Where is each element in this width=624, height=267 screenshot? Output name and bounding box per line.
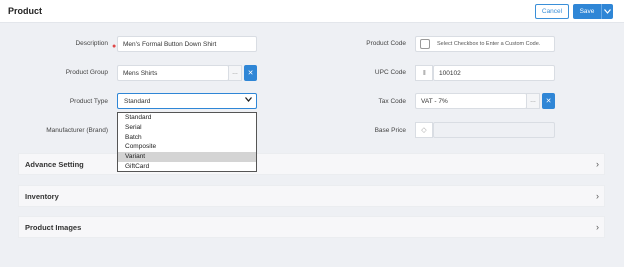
section-product-images[interactable]: Product Images › [18,216,605,238]
barcode-glyph: ||| [422,70,426,76]
chevron-down-icon [245,97,252,104]
product-type-option-variant[interactable]: Variant [118,152,256,162]
upc-code-field[interactable]: 100102 [433,65,555,81]
product-type-option-standard[interactable]: Standard [118,113,256,123]
save-dropdown-toggle[interactable] [602,9,613,14]
product-type-select[interactable]: Standard [117,93,257,109]
upc-code-label: UPC Code [374,69,406,76]
product-group-lookup-button[interactable]: … [228,65,242,81]
product-type-option-giftcard[interactable]: GiftCard [118,162,256,172]
product-code-label: Product Code [366,40,406,47]
section-label: Inventory [25,191,59,201]
tag-icon: ◇ [415,122,433,138]
required-marker: ● [112,43,117,50]
tax-code-clear-button[interactable]: ✕ [542,93,555,109]
product-group-label: Product Group [65,69,108,76]
ellipsis-icon: … [232,70,238,76]
page-title: Product [8,6,43,16]
product-type-dropdown: Standard Serial Batch Composite Variant … [117,112,257,172]
tax-code-lookup-button[interactable]: … [526,93,540,109]
section-label: Product Images [25,222,82,232]
product-group-field[interactable]: Mens Shirts [117,65,229,81]
cancel-button[interactable]: Cancel [535,4,569,19]
product-type-label: Product Type [69,98,108,105]
section-inventory[interactable]: Inventory › [18,185,605,207]
chevron-down-icon [604,9,611,14]
product-code-field: Select Checkbox to Enter a Custom Code. [415,36,555,52]
description-field[interactable]: Men's Formal Button Down Shirt [117,36,257,52]
chevron-right-icon: › [596,191,599,201]
save-button[interactable]: Save [573,4,613,19]
product-group-clear-button[interactable]: ✕ [244,65,257,81]
section-label: Advance Setting [25,159,84,169]
chevron-right-icon: › [596,222,599,232]
tag-glyph: ◇ [421,127,427,134]
barcode-icon: ||| [415,65,433,81]
product-type-option-serial[interactable]: Serial [118,123,256,133]
product-type-option-batch[interactable]: Batch [118,133,256,143]
close-icon: ✕ [545,98,552,105]
custom-code-checkbox[interactable] [420,39,430,49]
product-type-value: Standard [124,97,151,105]
chevron-right-icon: › [596,159,599,169]
save-button-label: Save [579,8,595,15]
base-price-field [433,122,555,138]
tax-code-field[interactable]: VAT - 7% [415,93,527,109]
product-type-option-composite[interactable]: Composite [118,142,256,152]
tax-code-label: Tax Code [378,98,406,105]
close-icon: ✕ [247,70,254,77]
page-header: Product Cancel Save [0,0,624,23]
manufacturer-label: Manufacturer (Brand) [46,127,108,134]
base-price-label: Base Price [374,127,406,134]
description-label: Description [75,40,108,47]
section-advance-setting[interactable]: Advance Setting › [18,153,605,175]
ellipsis-icon: … [530,98,536,104]
